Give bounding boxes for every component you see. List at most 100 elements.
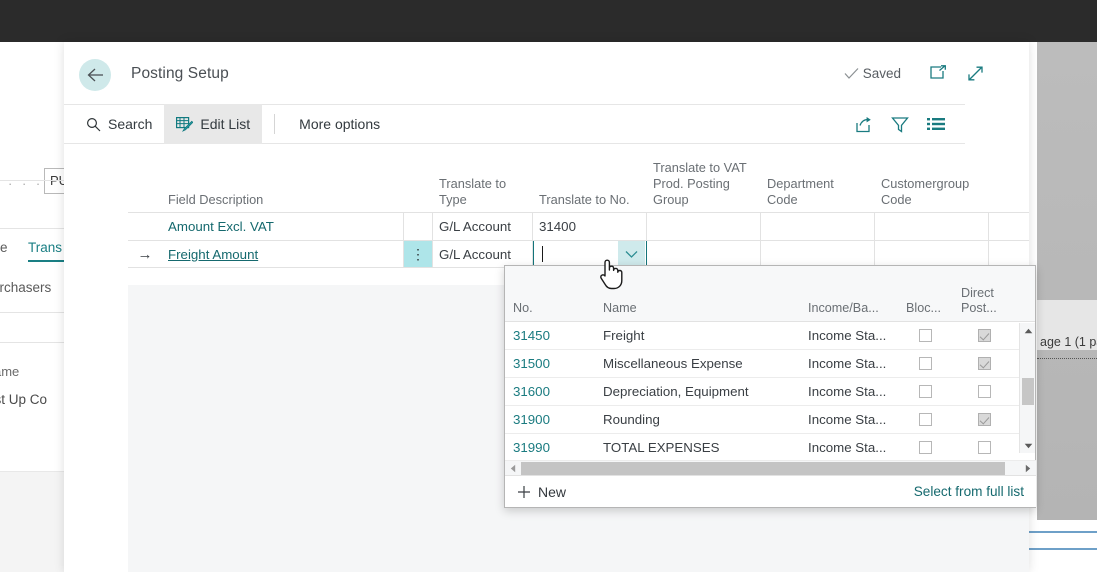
new-record-label: New	[538, 483, 567, 500]
arrow-left-icon	[86, 67, 105, 83]
open-in-new-window-button[interactable]	[929, 65, 947, 81]
dropdown-column-no[interactable]: No.	[505, 301, 595, 316]
cell-translate-to-type[interactable]: G/L Account	[433, 241, 533, 267]
dropdown-column-income-balance[interactable]: Income/Ba...	[800, 301, 898, 316]
list-item[interactable]: 31900 Rounding Income Sta...	[505, 406, 1035, 434]
background-tab-previous[interactable]: e	[0, 240, 8, 255]
direct-posting-checkbox[interactable]	[977, 441, 991, 454]
scroll-right-button[interactable]	[1020, 461, 1036, 476]
cell-department-code[interactable]	[761, 213, 875, 240]
table-row[interactable]: → Freight Amount ⋮ G/L Account	[128, 240, 1029, 268]
dropdown-column-direct-posting[interactable]: Direct Post...	[953, 286, 1015, 316]
dropdown-cell-direct-posting[interactable]	[953, 329, 1015, 342]
dropdown-cell-direct-posting[interactable]	[953, 385, 1015, 398]
scrollbar-thumb-horizontal[interactable]	[521, 461, 1005, 475]
dropdown-cell-blocked[interactable]	[898, 357, 953, 370]
dropdown-cell-blocked[interactable]	[898, 385, 953, 398]
table-row[interactable]: Amount Excl. VAT G/L Account 31400	[128, 212, 1029, 240]
cell-row-menu[interactable]	[404, 213, 433, 240]
dropdown-cell-income-balance: Income Sta...	[808, 440, 887, 455]
dropdown-cell-name: Rounding	[603, 412, 660, 427]
translate-to-no-input[interactable]	[533, 241, 647, 267]
dropdown-cell-income-balance: Income Sta...	[808, 328, 887, 343]
list-view-button[interactable]	[927, 116, 945, 132]
posting-setup-grid: Field Description Translate to Type Tran…	[128, 144, 1029, 268]
scroll-down-button[interactable]	[1020, 438, 1036, 453]
save-status: Saved	[844, 66, 901, 81]
list-item[interactable]: 31450 Freight Income Sta...	[505, 322, 1035, 350]
cell-translate-to-type[interactable]: G/L Account	[433, 213, 533, 240]
blocked-checkbox[interactable]	[919, 413, 932, 426]
dropdown-cell-blocked[interactable]	[898, 329, 953, 342]
dropdown-column-name[interactable]: Name	[595, 301, 800, 316]
cell-field-description[interactable]: Amount Excl. VAT	[162, 213, 404, 240]
back-button[interactable]	[79, 59, 111, 91]
text-caret	[542, 246, 543, 262]
dropdown-cell-direct-posting[interactable]	[953, 441, 1015, 454]
scroll-up-button[interactable]	[1020, 323, 1036, 338]
dropdown-horizontal-scrollbar[interactable]	[505, 460, 1036, 475]
column-header-vat-prod-posting-group[interactable]: Translate to VAT Prod. Posting Group	[647, 160, 761, 208]
cell-vat-prod-posting-group[interactable]	[647, 213, 761, 240]
scrollbar-track-horizontal[interactable]	[521, 461, 1020, 476]
column-header-department-code[interactable]: Department Code	[761, 176, 875, 208]
dropdown-cell-no: 31990	[513, 440, 550, 455]
column-header-translate-to-no[interactable]: Translate to No.	[533, 192, 647, 208]
check-icon	[844, 67, 859, 80]
cell-translate-to-no[interactable]: 31400	[533, 213, 647, 240]
list-item[interactable]: 31990 TOTAL EXPENSES Income Sta...	[505, 434, 1035, 462]
more-options-button[interactable]: More options	[287, 104, 392, 144]
list-item[interactable]: 31500 Miscellaneous Expense Income Sta..…	[505, 350, 1035, 378]
direct-posting-checkbox[interactable]	[977, 357, 991, 370]
cell-customergroup-code[interactable]	[875, 213, 989, 240]
column-header-translate-to-type[interactable]: Translate to Type	[433, 176, 533, 208]
dropdown-cell-direct-posting[interactable]	[953, 413, 1015, 426]
cell-translate-to-no-editing[interactable]	[533, 241, 647, 267]
cell-customergroup-code[interactable]	[875, 241, 989, 267]
direct-posting-checkbox[interactable]	[977, 413, 991, 426]
dropdown-cell-no: 31900	[513, 412, 550, 427]
plus-icon	[517, 485, 531, 499]
search-button[interactable]: Search	[74, 104, 164, 144]
dropdown-cell-direct-posting[interactable]	[953, 357, 1015, 370]
share-icon	[855, 116, 873, 133]
dropdown-list: 31450 Freight Income Sta... 31500 Miscel…	[505, 322, 1035, 462]
list-item[interactable]: 31600 Depreciation, Equipment Income Sta…	[505, 378, 1035, 406]
blocked-checkbox[interactable]	[919, 441, 932, 454]
blocked-checkbox[interactable]	[919, 385, 932, 398]
row-menu-button[interactable]: ⋮	[404, 241, 433, 267]
background-page-indicator: age 1 (1 pag	[1040, 335, 1097, 349]
background-right-strip	[1037, 42, 1097, 530]
share-button[interactable]	[855, 116, 873, 133]
background-tab-translations[interactable]: Trans	[28, 240, 62, 255]
scroll-left-button[interactable]	[505, 461, 521, 476]
select-from-full-list-link[interactable]: Select from full list	[914, 484, 1024, 499]
dropdown-cell-income-balance: Income Sta...	[808, 356, 887, 371]
gl-account-dropdown: No. Name Income/Ba... Bloc... Direct Pos…	[504, 265, 1036, 508]
cell-vat-prod-posting-group[interactable]	[647, 241, 761, 267]
translate-to-no-dropdown-button[interactable]	[618, 241, 645, 267]
more-options-label: More options	[299, 116, 381, 132]
dropdown-cell-no: 31500	[513, 356, 550, 371]
direct-posting-checkbox[interactable]	[977, 329, 991, 342]
blocked-checkbox[interactable]	[919, 357, 932, 370]
blocked-checkbox[interactable]	[919, 329, 932, 342]
dropdown-cell-blocked[interactable]	[898, 413, 953, 426]
new-record-button[interactable]: New	[517, 484, 566, 500]
dropdown-cell-blocked[interactable]	[898, 441, 953, 454]
dropdown-vertical-scrollbar[interactable]	[1019, 323, 1035, 453]
column-header-field-description[interactable]: Field Description	[162, 192, 404, 208]
expand-button[interactable]	[966, 64, 985, 83]
dropdown-cell-name: Miscellaneous Expense	[603, 356, 743, 371]
background-card: · · · · PU e Trans urchasers ame rst Up …	[0, 42, 84, 472]
row-indicator	[128, 213, 162, 240]
cell-department-code[interactable]	[761, 241, 875, 267]
edit-list-button[interactable]: Edit List	[164, 104, 263, 144]
cell-field-description[interactable]: Freight Amount	[162, 241, 404, 267]
filter-button[interactable]	[891, 116, 909, 133]
dropdown-column-blocked[interactable]: Bloc...	[898, 301, 953, 316]
column-header-customergroup-code[interactable]: Customergroup Code	[875, 176, 989, 208]
dialog-left-gutter	[64, 144, 128, 572]
direct-posting-checkbox[interactable]	[977, 385, 991, 398]
scrollbar-thumb-vertical[interactable]	[1022, 378, 1034, 405]
